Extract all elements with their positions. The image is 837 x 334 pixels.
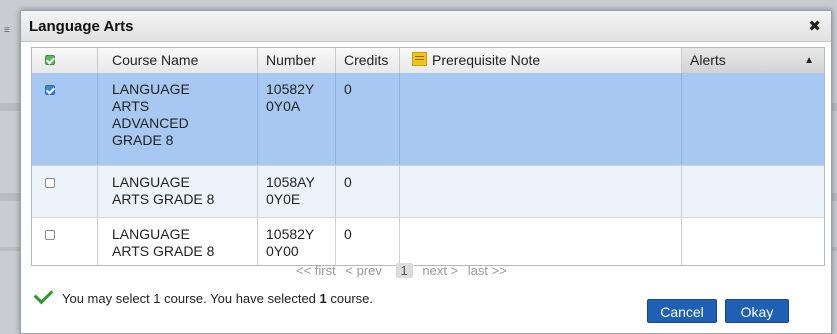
course-name-line: ARTS GRADE 8 [112, 243, 215, 259]
number-line: 10582Y [266, 81, 315, 97]
course-name-line: LANGUAGE [112, 226, 190, 242]
number-cell: 10582Y 0Y0A [258, 73, 336, 165]
row-select-cell[interactable] [32, 218, 98, 265]
table-header: Course Name Number Credits Prerequisite … [32, 48, 824, 74]
column-header-alerts[interactable]: Alerts ▲ [682, 48, 824, 73]
table-row[interactable]: LANGUAGE ARTS ADVANCED GRADE 8 10582Y 0Y… [32, 73, 824, 166]
sticky-note-icon [412, 52, 427, 66]
prerequisite-note-label: Prerequisite Note [432, 52, 541, 68]
pagination: << first < prev 1 next > last >> [296, 263, 513, 278]
dialog-titlebar: Language Arts ✖ [21, 11, 831, 42]
pager-prev-link[interactable]: < prev [345, 263, 382, 278]
row-checkbox[interactable] [45, 230, 55, 240]
course-name-line: LANGUAGE [112, 81, 190, 97]
number-line: 1058AY [266, 174, 315, 190]
close-icon[interactable]: ✖ [808, 17, 821, 35]
credits-cell: 0 [336, 73, 400, 165]
number-line: 10582Y [266, 226, 315, 242]
row-checkbox[interactable] [45, 85, 55, 95]
course-name-line: GRADE 8 [112, 132, 174, 148]
number-line: 0Y00 [266, 243, 299, 259]
green-checkmark-icon [33, 284, 54, 305]
table-row[interactable]: LANGUAGE ARTS GRADE 8 10582Y 0Y00 0 [32, 218, 824, 265]
selection-status: You may select 1 course. You have select… [33, 284, 374, 306]
pager-first-link[interactable]: << first [296, 263, 336, 278]
pager-last-link[interactable]: last >> [468, 263, 507, 278]
column-header-course-name[interactable]: Course Name [98, 48, 258, 73]
table-row[interactable]: LANGUAGE ARTS GRADE 8 1058AY 0Y0E 0 [32, 166, 824, 218]
course-table: Course Name Number Credits Prerequisite … [31, 47, 825, 266]
column-header-number[interactable]: Number [258, 48, 336, 73]
course-name-line: ARTS GRADE 8 [112, 191, 215, 207]
number-line: 0Y0A [266, 98, 301, 114]
row-checkbox[interactable] [45, 178, 55, 188]
course-name-line: LANGUAGE [112, 174, 190, 190]
select-all-column-header[interactable] [32, 48, 98, 73]
background-marker: ≡ [4, 25, 10, 36]
sort-asc-icon[interactable]: ▲ [804, 48, 814, 73]
number-line: 0Y0E [266, 191, 301, 207]
credits-cell: 0 [336, 166, 400, 217]
number-cell: 1058AY 0Y0E [258, 166, 336, 217]
alerts-label: Alerts [690, 52, 726, 68]
prerequisite-note-cell [400, 218, 682, 265]
column-header-prerequisite-note[interactable]: Prerequisite Note [400, 48, 682, 73]
okay-button[interactable]: Okay [725, 299, 789, 323]
course-name-line: ADVANCED [112, 115, 189, 131]
course-name-cell: LANGUAGE ARTS GRADE 8 [98, 218, 258, 265]
alerts-cell [682, 218, 824, 265]
course-name-cell: LANGUAGE ARTS ADVANCED GRADE 8 [98, 73, 258, 165]
status-prefix: You may select 1 course. You have select… [62, 291, 320, 306]
number-cell: 10582Y 0Y00 [258, 218, 336, 265]
row-select-cell[interactable] [32, 73, 98, 165]
column-header-credits[interactable]: Credits [336, 48, 400, 73]
status-count: 1 [319, 291, 327, 306]
credits-cell: 0 [336, 218, 400, 265]
course-selection-dialog: Language Arts ✖ Course Name Number Credi… [20, 10, 832, 334]
alerts-cell [682, 73, 824, 165]
course-name-cell: LANGUAGE ARTS GRADE 8 [98, 166, 258, 217]
prerequisite-note-cell [400, 73, 682, 165]
status-suffix: course. [326, 291, 374, 306]
pager-next-link[interactable]: next > [422, 263, 458, 278]
row-select-cell[interactable] [32, 166, 98, 217]
green-check-checkbox-icon[interactable] [45, 55, 55, 65]
pager-current-page[interactable]: 1 [395, 263, 413, 278]
cancel-button[interactable]: Cancel [647, 299, 717, 323]
prerequisite-note-cell [400, 166, 682, 217]
alerts-cell [682, 166, 824, 217]
course-name-line: ARTS [112, 98, 150, 114]
dialog-title: Language Arts [29, 18, 134, 35]
